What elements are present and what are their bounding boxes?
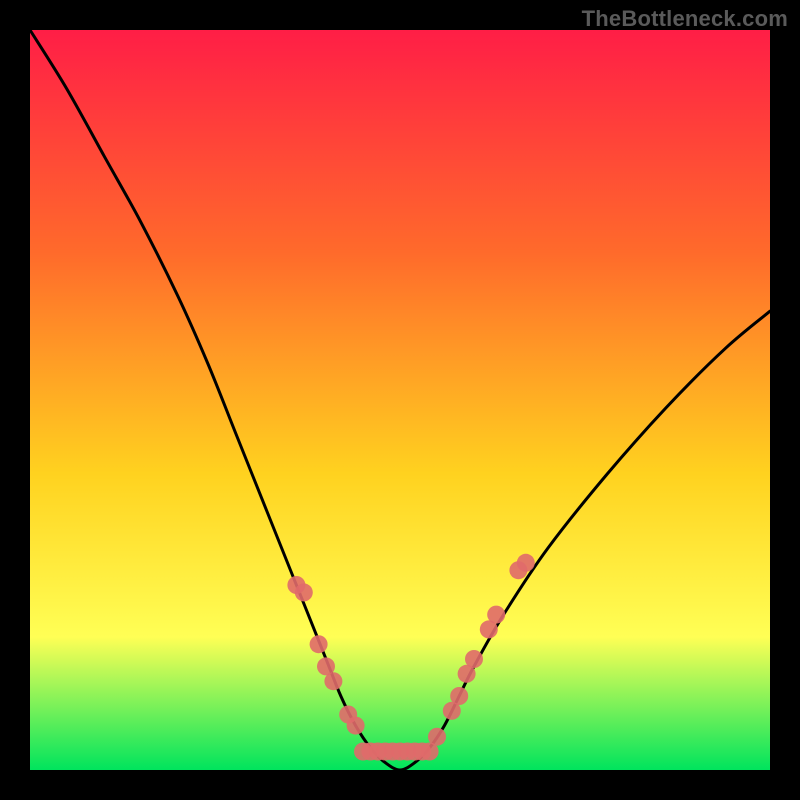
plot-area [30,30,770,770]
chart-frame: TheBottleneck.com [0,0,800,800]
data-point [310,635,328,653]
data-point [347,717,365,735]
data-point [450,687,468,705]
data-point [487,606,505,624]
data-point [517,554,535,572]
data-point [428,728,446,746]
chart-svg [30,30,770,770]
watermark-text: TheBottleneck.com [582,6,788,32]
data-point [465,650,483,668]
data-point [324,672,342,690]
data-point [295,583,313,601]
gradient-background [30,30,770,770]
